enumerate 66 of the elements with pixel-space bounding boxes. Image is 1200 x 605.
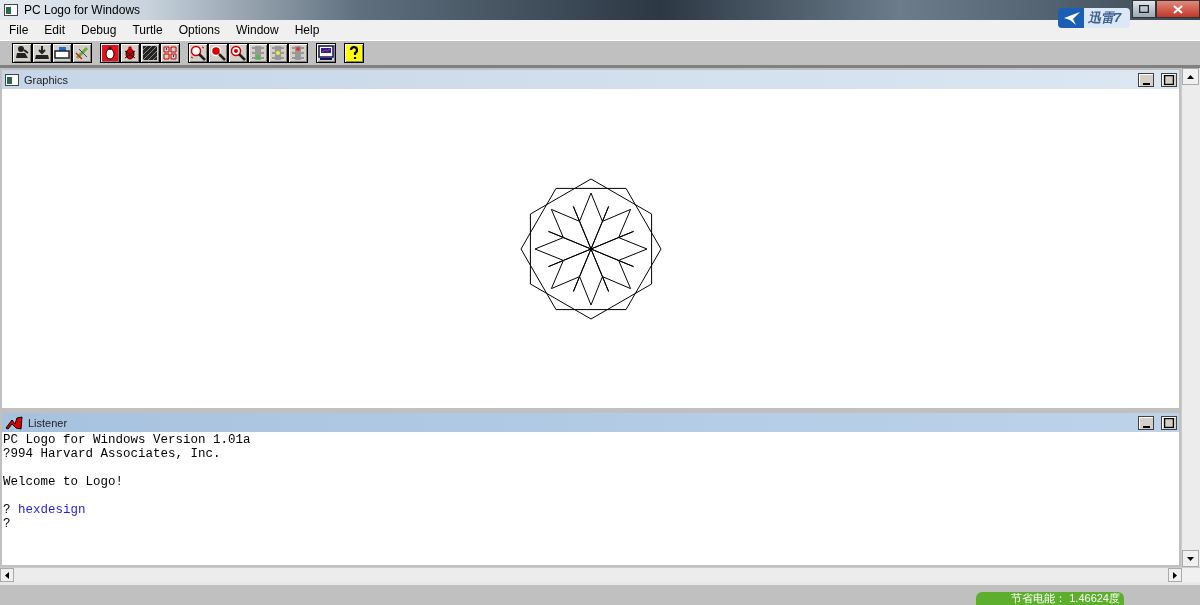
output-line: ?994 Harvard Associates, Inc. [3,447,221,461]
close-icon [1173,4,1183,14]
minimize-icon [1142,425,1150,428]
down-arrow-icon [1187,556,1194,561]
toolbar-button[interactable] [288,43,308,63]
output-line: PC Logo for Windows Version 1.01a [3,433,251,447]
pencil-icon [74,45,90,61]
energy-saving-text: 节省电能： 1.46624度 [1011,592,1120,604]
maximize-icon [1139,5,1149,13]
toolbar-button[interactable] [344,43,364,63]
printer-icon [54,45,70,61]
close-button[interactable] [1156,0,1200,18]
vertical-scrollbar[interactable] [1181,68,1200,567]
minimize-button[interactable] [1138,415,1154,430]
window-title: PC Logo for Windows [24,3,141,17]
traffic-light-icon [270,45,286,61]
app-window-icon [4,4,18,16]
menu-item[interactable]: Edit [36,23,74,37]
toolbar-button[interactable] [248,43,268,63]
toolbar-button[interactable] [228,43,248,63]
scroll-up-button[interactable] [1182,68,1199,85]
toolbar-button[interactable] [72,43,92,63]
hatch-pattern-icon [142,45,158,61]
scroll-down-button[interactable] [1182,550,1199,567]
scrollbar-corner [1182,568,1200,582]
minimize-button[interactable] [1138,72,1154,87]
menu-item[interactable]: Debug [73,23,125,37]
child-window-title: Graphics [24,73,69,86]
toolbar-button[interactable] [188,43,208,63]
menu-item[interactable]: Help [286,23,328,37]
menu-item[interactable]: File [2,23,37,37]
output-line: Welcome to Logo! [3,475,124,489]
monitor-icon [318,45,334,61]
right-arrow-icon [1173,571,1177,579]
magnifier-icon [190,45,206,61]
toolbar-button[interactable] [140,43,160,63]
left-arrow-icon [5,571,9,579]
child-window-title: Listener [28,416,68,429]
traffic-light-icon [290,45,306,61]
maximize-button[interactable] [1161,415,1177,430]
magnifier-icon [210,45,226,61]
scroll-left-button[interactable] [0,568,14,582]
maximize-icon [1164,417,1174,428]
help-icon [346,45,362,61]
up-arrow-icon [1187,74,1194,79]
toolbar-button[interactable] [316,43,336,63]
prompt-symbol: ? [3,503,11,517]
maximize-button[interactable] [1132,0,1156,18]
scroll-right-button[interactable] [1168,568,1182,582]
maximize-icon [1164,74,1174,85]
prompt-symbol: ? [3,517,11,531]
maximize-button[interactable] [1161,72,1177,87]
window-icon [5,73,19,86]
toolbar-button[interactable] [208,43,228,63]
horizontal-scrollbar[interactable] [0,567,1200,582]
download-badge[interactable]: 迅雷7 [1058,8,1130,28]
toolbar-button[interactable] [268,43,288,63]
magnifier-icon [230,45,246,61]
menu-item[interactable]: Options [170,23,228,37]
toolbar-button[interactable] [52,43,72,63]
badge-label: 迅雷7 [1088,9,1122,27]
traffic-light-icon [250,45,266,61]
command-text: hexdesign [18,503,86,517]
menu-item[interactable]: Window [228,23,287,37]
menu-item[interactable]: Turtle [124,23,171,37]
minimize-icon [1142,82,1150,85]
